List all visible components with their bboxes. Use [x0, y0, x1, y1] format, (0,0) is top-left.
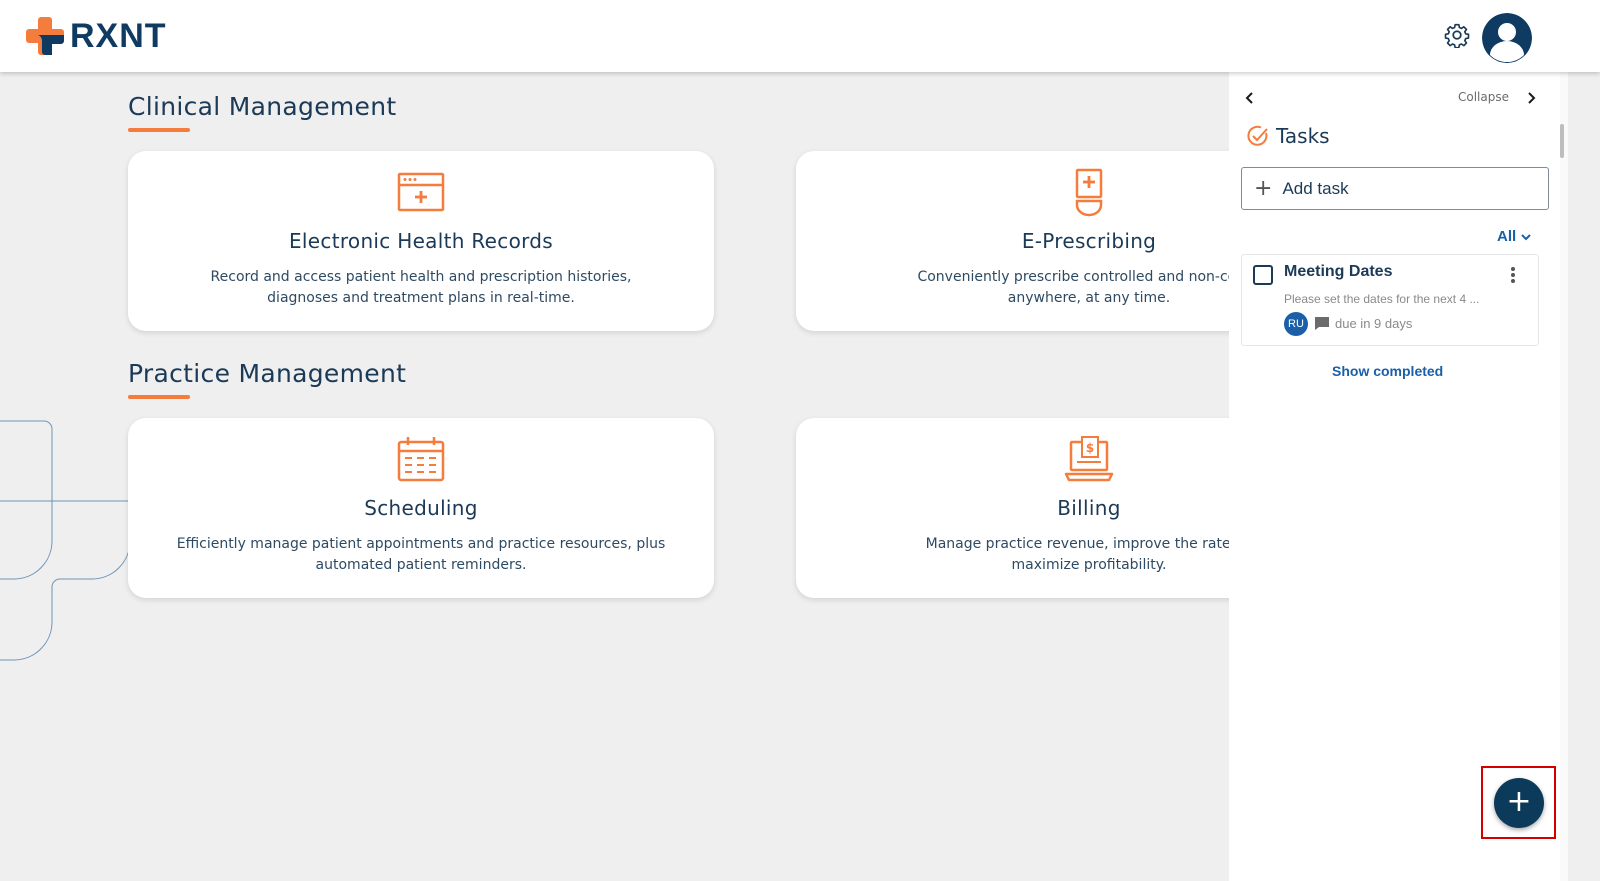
task-filter-dropdown[interactable]: All — [1497, 228, 1532, 245]
billing-laptop-icon: $ — [1064, 436, 1114, 482]
card-desc-line: diagnoses and treatment plans in real-ti… — [267, 290, 575, 306]
section-underline — [128, 128, 190, 132]
more-vertical-icon[interactable] — [1504, 265, 1522, 285]
chevron-right-icon[interactable] — [1523, 90, 1539, 106]
add-fab-button[interactable]: + — [1494, 778, 1544, 828]
prescription-bottle-icon — [1075, 168, 1103, 217]
comment-icon[interactable] — [1314, 316, 1330, 331]
task-due-date: due in 9 days — [1335, 316, 1413, 331]
add-task-input[interactable]: + Add task — [1241, 167, 1549, 210]
decorative-cross-outline — [0, 420, 130, 661]
tasks-title: Tasks — [1276, 124, 1330, 148]
card-desc-line: Efficiently manage patient appointments … — [176, 536, 666, 552]
card-description: Record and access patient health and pre… — [168, 267, 674, 309]
rxnt-logo[interactable]: RXNT — [26, 17, 167, 55]
section-underline — [128, 395, 190, 399]
filter-label: All — [1497, 228, 1517, 245]
plus-icon: + — [1254, 175, 1273, 201]
calendar-icon — [397, 437, 445, 482]
check-circle-icon — [1247, 125, 1268, 146]
tasks-panel-scrollbar[interactable] — [1560, 72, 1568, 881]
card-electronic-health-records[interactable]: Electronic Health Records Record and acc… — [128, 151, 714, 331]
card-title: Scheduling — [364, 496, 478, 520]
add-task-label: Add task — [1282, 178, 1349, 198]
task-checkbox[interactable] — [1253, 265, 1273, 285]
tasks-header: Tasks — [1246, 124, 1330, 148]
rxnt-cross-icon — [26, 17, 64, 55]
plus-icon: + — [1506, 784, 1532, 819]
svg-text:$: $ — [1086, 441, 1094, 455]
card-desc-line: Record and access patient health and pre… — [210, 269, 632, 285]
show-completed-link[interactable]: Show completed — [1332, 363, 1443, 379]
task-description: Please set the dates for the next 4 ... — [1284, 292, 1480, 306]
chevron-down-icon — [1521, 233, 1531, 240]
section-title-practice: Practice Management — [128, 359, 407, 388]
section-title-clinical: Clinical Management — [128, 92, 397, 121]
ehr-record-icon — [397, 172, 445, 212]
gear-icon[interactable] — [1444, 22, 1470, 48]
card-title: Electronic Health Records — [289, 229, 553, 253]
card-desc-line: automated patient reminders. — [315, 557, 527, 573]
collapse-label[interactable]: Collapse — [1458, 90, 1509, 104]
chevron-left-icon[interactable] — [1242, 90, 1258, 106]
assignee-avatar: RU — [1284, 312, 1308, 336]
card-description: Efficiently manage patient appointments … — [168, 534, 674, 576]
scrollbar-thumb[interactable] — [1560, 124, 1564, 158]
user-avatar-icon[interactable] — [1482, 13, 1532, 63]
logo-text: RXNT — [70, 17, 167, 55]
task-title[interactable]: Meeting Dates — [1284, 263, 1392, 281]
card-scheduling[interactable]: Scheduling Efficiently manage patient ap… — [128, 418, 714, 598]
top-bar: RXNT — [0, 0, 1600, 72]
